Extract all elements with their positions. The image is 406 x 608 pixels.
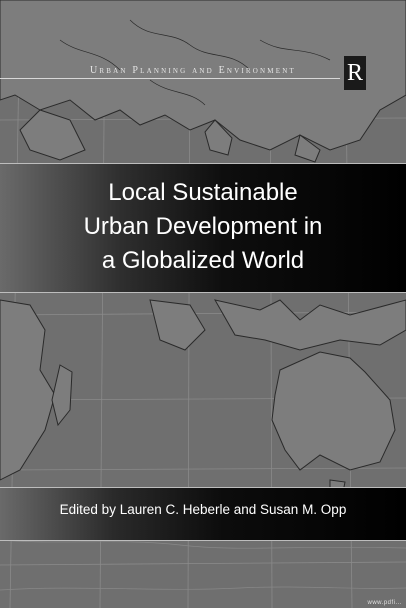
book-title-line-3: a Globalized World — [101, 247, 305, 274]
routledge-logo-icon: R — [344, 56, 366, 90]
series-label: Urban Planning and Environment — [90, 65, 296, 76]
book-cover: Urban Planning and Environment R Local S… — [0, 0, 406, 608]
series-rule — [0, 78, 340, 79]
corner-watermark: www.pdfi... — [367, 600, 402, 606]
publisher-logo-letter: R — [346, 60, 363, 86]
book-title-line-2: Urban Development in — [83, 213, 323, 240]
book-editors: Edited by Lauren C. Heberle and Susan M.… — [59, 502, 347, 517]
book-title-line-1: Local Sustainable — [108, 179, 298, 206]
